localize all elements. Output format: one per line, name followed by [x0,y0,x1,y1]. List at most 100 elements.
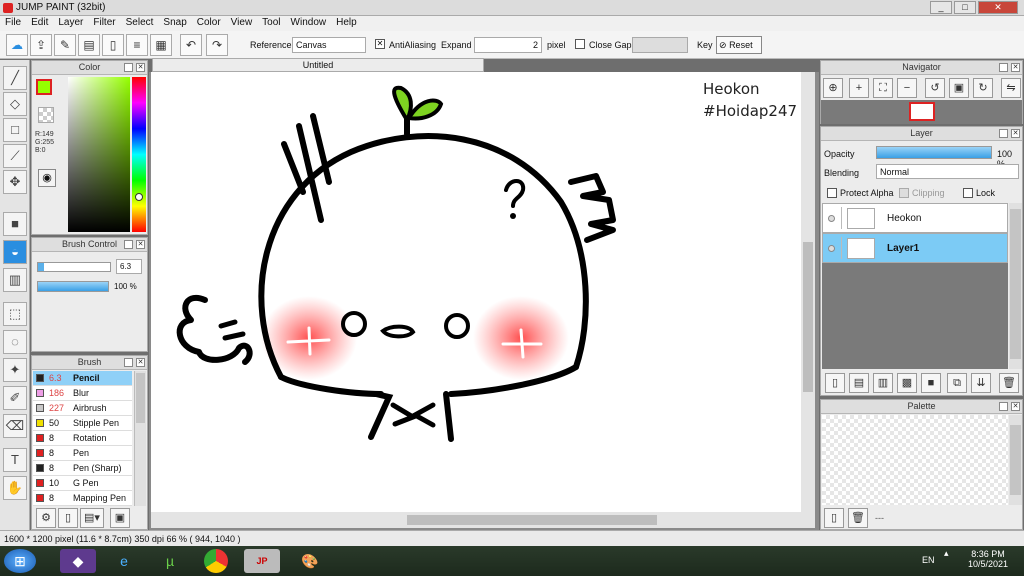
clipping-checkbox[interactable] [899,188,909,198]
menu-file[interactable]: File [0,16,26,29]
magic-wand-tool-icon[interactable]: ✦ [3,358,27,382]
pen-tool-icon[interactable]: ╱ [3,66,27,90]
navigator-preview[interactable] [821,100,1022,124]
menu-window[interactable]: Window [286,16,332,29]
layer-opacity-slider[interactable] [876,146,992,159]
bucket-tool-icon[interactable]: ◒ [3,240,27,264]
expand-input[interactable]: 2 [474,37,542,53]
menu-edit[interactable]: Edit [26,16,53,29]
panel-close-icon[interactable]: ✕ [136,240,145,249]
zoom-fit-icon[interactable]: ⊕ [823,78,843,98]
panel-close-icon[interactable]: ✕ [136,358,145,367]
chrome-icon[interactable] [204,549,228,573]
eraser-tool-icon[interactable]: ◇ [3,92,27,116]
brush-size-slider[interactable] [37,262,111,272]
clock[interactable]: 8:36 PM 10/5/2021 [960,549,1016,569]
foreground-color-swatch[interactable] [36,79,52,95]
layer-row[interactable]: Layer1 [822,233,1008,263]
rotate-left-icon[interactable]: ↺ [925,78,945,98]
close-gaps-input[interactable] [632,37,688,53]
minimize-button[interactable]: _ [930,1,952,14]
brush-item[interactable]: 8 Pen [33,446,132,461]
utorrent-icon[interactable]: µ [152,549,188,573]
brush-settings-icon[interactable]: ⚙ [36,508,56,528]
paint-app-icon[interactable]: 🎨 [292,549,328,573]
brush-item[interactable]: 8 Mapping Pen [33,491,132,506]
start-button-icon[interactable]: ⊞ [4,549,36,573]
brush-size-input[interactable]: 6.3 [116,259,142,274]
brush-item[interactable]: 50 Stipple Pen [33,416,132,431]
panel-close-icon[interactable]: ✕ [1011,402,1020,411]
menu-tool[interactable]: Tool [257,16,285,29]
undo-icon[interactable]: ↶ [180,34,202,56]
document-tab[interactable]: Untitled [152,58,484,72]
actual-size-icon[interactable]: ▣ [949,78,969,98]
panel-close-icon[interactable]: ✕ [1011,63,1020,72]
brush-list-scrollbar[interactable] [134,371,146,506]
new-folder-icon[interactable]: ■ [921,373,941,393]
internet-explorer-icon[interactable]: e [106,549,142,573]
reset-button[interactable]: ⊘ Reset [716,36,762,54]
close-gaps-checkbox[interactable] [575,39,585,49]
brush-item[interactable]: 10 G Pen [33,476,132,491]
upload-icon[interactable]: ⇪ [30,34,52,56]
tray-arrow-icon[interactable]: ▴ [944,548,955,559]
jump-paint-taskbar-icon[interactable]: JP [244,549,280,573]
canvas-hscroll-thumb[interactable] [407,515,657,525]
list-icon[interactable]: ≡ [126,34,148,56]
menu-layer[interactable]: Layer [53,16,88,29]
text-tool-icon[interactable]: T [3,448,27,472]
duplicate-layer-icon[interactable]: ⧉ [947,373,967,393]
panel-close-icon[interactable]: ✕ [1011,129,1020,138]
palette-scrollbar[interactable] [1009,415,1022,505]
panel-popout-icon[interactable] [124,358,133,367]
lasso-tool-icon[interactable]: ◌ [3,330,27,354]
brush-item[interactable]: 186 Blur [33,386,132,401]
redo-icon[interactable]: ↷ [206,34,228,56]
close-button[interactable]: ✕ [978,1,1018,14]
zoom-out-icon[interactable]: − [897,78,917,98]
select-eraser-tool-icon[interactable]: ⌫ [3,414,27,438]
brush-item[interactable]: 227 Airbrush [33,401,132,416]
delete-layer-icon[interactable]: 🗑 [999,373,1019,393]
brush-scroll-thumb[interactable] [136,373,145,423]
hue-slider[interactable] [132,77,146,232]
transparent-color-swatch[interactable] [38,107,54,123]
saturation-value-picker[interactable] [68,77,130,232]
canvas-vscroll-thumb[interactable] [803,242,813,392]
brush-item[interactable]: 6.3 Pencil [33,371,132,386]
panel-popout-icon[interactable] [124,63,133,72]
menu-select[interactable]: Select [121,16,159,29]
layer-row[interactable]: Heokon [822,203,1008,233]
menu-snap[interactable]: Snap [158,16,191,29]
panel-popout-icon[interactable] [999,63,1008,72]
canvas-horizontal-scrollbar[interactable] [151,512,815,528]
move-tool-icon[interactable]: ✥ [3,170,27,194]
new-layer-1bit-icon[interactable]: ▥ [873,373,893,393]
layer-visibility-icon[interactable] [828,245,835,252]
layer-list-scrollbar[interactable] [1009,203,1022,369]
visual-studio-icon[interactable]: ◆ [60,549,96,573]
palette-swatches[interactable] [822,415,1008,505]
panel-close-icon[interactable]: ✕ [136,63,145,72]
panel-popout-icon[interactable] [999,129,1008,138]
new-layer-color-icon[interactable]: ▤ [849,373,869,393]
message-icon[interactable]: ▤ [78,34,100,56]
rotate-right-icon[interactable]: ↻ [973,78,993,98]
brush-item[interactable]: 8Rotation Symm [33,431,132,457]
palette-scroll-thumb[interactable] [1010,425,1021,495]
document-icon[interactable]: ▯ [102,34,124,56]
lock-checkbox[interactable] [963,188,973,198]
brush-item[interactable]: 8 Pen (Sharp) [33,461,132,476]
select-rect-tool-icon[interactable]: ⬚ [3,302,27,326]
menu-color[interactable]: Color [192,16,226,29]
new-brush-icon[interactable]: ▯ [58,508,78,528]
zoom-in-icon[interactable]: + [849,78,869,98]
brush-menu-icon[interactable]: ▤▾ [80,508,104,528]
new-tone-layer-icon[interactable]: ▩ [897,373,917,393]
menu-filter[interactable]: Filter [88,16,120,29]
menu-help[interactable]: Help [331,16,362,29]
new-palette-icon[interactable]: ▯ [824,508,844,528]
brush-delete-icon[interactable]: ▣ [110,508,130,528]
drawing-canvas[interactable]: Heokon #Hoidap247 [151,72,815,522]
